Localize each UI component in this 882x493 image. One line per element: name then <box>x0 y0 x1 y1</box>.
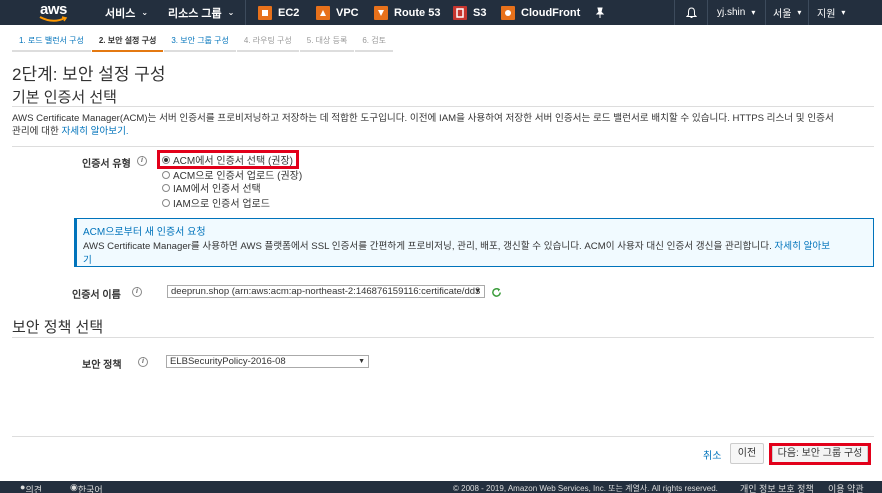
user-name: yj.shin <box>717 7 746 18</box>
feedback-link[interactable]: ● 의견 <box>20 482 42 493</box>
shortcut-label: S3 <box>473 6 487 19</box>
chevron-down-icon: ▾ <box>751 8 756 17</box>
actions-divider <box>12 436 874 437</box>
services-label: 서비스 <box>105 7 136 20</box>
section-divider <box>12 337 874 338</box>
wizard-step-4[interactable]: 4. 라우팅 구성 <box>236 33 299 52</box>
shortcut-label: CloudFront <box>521 6 581 19</box>
chevron-down-icon: ▾ <box>841 8 846 17</box>
wizard-step-5[interactable]: 5. 대상 등록 <box>299 33 355 52</box>
wizard-step-1[interactable]: 1. 로드 밸런서 구성 <box>12 33 91 52</box>
nav-divider <box>674 0 675 25</box>
cert-name-label: 인증서 이름 <box>72 290 121 301</box>
copyright-text: © 2008 - 2019, Amazon Web Services, Inc.… <box>453 484 718 493</box>
page-title: 2단계: 보안 설정 구성 <box>12 65 166 84</box>
wizard-step-6[interactable]: 6. 검토 <box>355 33 393 52</box>
info-icon[interactable]: i <box>137 156 147 166</box>
wizard-steps: 1. 로드 밸런서 구성 2. 보안 설정 구성 3. 보안 그룹 구성 4. … <box>12 33 394 52</box>
shortcut-ec2[interactable]: EC2 <box>258 0 299 25</box>
radio-iam-upload[interactable]: IAM으로 인증서 업로드 <box>162 196 270 210</box>
nav-divider <box>707 0 708 25</box>
cert-section-title: 기본 인증서 선택 <box>12 89 117 106</box>
support-label: 지원 <box>817 9 836 20</box>
terms-link[interactable]: 이용 약관 <box>828 482 864 493</box>
region-menu[interactable]: 서울 ▾ <box>773 0 801 25</box>
desc-line-1: AWS Certificate Manager(ACM)는 서버 인증서를 프로… <box>12 113 834 124</box>
radio-button[interactable] <box>162 183 170 192</box>
radio-label: IAM에서 인증서 선택 <box>173 184 261 195</box>
resource-groups-menu[interactable]: 리소스 그룹 ⌄ <box>168 0 234 25</box>
policy-label: 보안 정책 <box>82 360 122 371</box>
policy-value: ELBSecurityPolicy-2016-08 <box>170 356 286 367</box>
shortcut-vpc[interactable]: VPC <box>316 0 359 25</box>
nav-divider <box>765 0 766 25</box>
radio-iam-select[interactable]: IAM에서 인증서 선택 <box>162 181 261 195</box>
radio-button[interactable] <box>162 198 170 207</box>
info-learn-more-link-cont[interactable]: 기 <box>83 255 92 266</box>
user-menu[interactable]: yj.shin ▾ <box>717 0 755 25</box>
wizard-step-3[interactable]: 3. 보안 그룹 구성 <box>164 33 236 52</box>
chevron-down-icon: ⌄ <box>141 8 149 17</box>
refresh-icon[interactable] <box>491 287 502 298</box>
chevron-down-icon: ⌄ <box>227 8 235 17</box>
info-icon[interactable]: i <box>138 357 148 367</box>
info-box-body: AWS Certificate Manager를 사용하면 AWS 플랫폼에서 … <box>83 240 867 268</box>
info-box-text: AWS Certificate Manager를 사용하면 AWS 플랫폼에서 … <box>83 241 772 252</box>
nav-divider <box>808 0 809 25</box>
chevron-down-icon: ▾ <box>797 8 802 17</box>
bell-icon[interactable] <box>686 0 697 25</box>
cert-name-select[interactable]: deeprun.shop (arn:aws:acm:ap-northeast-2… <box>167 285 485 298</box>
s3-icon <box>453 5 467 20</box>
info-icon[interactable]: i <box>132 287 142 297</box>
previous-button[interactable]: 이전 <box>730 443 764 464</box>
language-label: 한국어 <box>77 485 103 493</box>
cert-name-value: deeprun.shop (arn:aws:acm:ap-northeast-2… <box>171 286 481 297</box>
learn-more-link[interactable]: 자세히 알아보기. <box>61 126 128 137</box>
language-selector[interactable]: ◉ 한국어 <box>70 482 103 493</box>
highlight-box <box>769 443 871 465</box>
shortcut-route53[interactable]: Route 53 <box>374 0 440 25</box>
dropdown-arrow-icon: ▼ <box>474 288 481 295</box>
top-nav: aws 서비스 ⌄ 리소스 그룹 ⌄ EC2 VPC Route 53 S3 C… <box>0 0 882 25</box>
info-learn-more-link[interactable]: 자세히 알아보 <box>774 241 830 252</box>
cloudfront-icon <box>501 5 515 20</box>
resource-groups-label: 리소스 그룹 <box>168 7 222 20</box>
support-menu[interactable]: 지원 ▾ <box>817 0 845 25</box>
acm-info-box: ACM으로부터 새 인증서 요청 AWS Certificate Manager… <box>74 218 874 267</box>
shortcut-label: VPC <box>336 6 359 19</box>
privacy-link[interactable]: 개인 정보 보호 정책 <box>740 482 814 493</box>
cancel-button[interactable]: 취소 <box>703 447 721 462</box>
cert-type-label: 인증서 유형 <box>82 159 131 170</box>
section-divider <box>12 146 874 147</box>
shortcut-cloudfront[interactable]: CloudFront <box>501 0 580 25</box>
radio-label: IAM으로 인증서 업로드 <box>173 199 270 210</box>
cert-description: AWS Certificate Manager(ACM)는 서버 인증서를 프로… <box>12 112 874 138</box>
vpc-icon <box>316 5 330 20</box>
shortcut-label: EC2 <box>278 6 300 19</box>
policy-section-title: 보안 정책 선택 <box>12 319 104 336</box>
desc-line-2: 관리에 대한 <box>12 126 59 137</box>
aws-logo[interactable]: aws <box>36 1 76 23</box>
wizard-step-2[interactable]: 2. 보안 설정 구성 <box>91 33 164 52</box>
radio-button[interactable] <box>162 170 170 179</box>
dropdown-arrow-icon: ▼ <box>358 358 365 365</box>
ec2-icon <box>258 5 272 20</box>
section-divider <box>12 106 874 107</box>
aws-smile-icon <box>39 16 68 22</box>
services-menu[interactable]: 서비스 ⌄ <box>105 0 148 25</box>
shortcut-label: Route 53 <box>394 6 441 19</box>
shortcut-s3[interactable]: S3 <box>453 0 486 25</box>
feedback-label: 의견 <box>25 485 42 493</box>
pin-icon[interactable] <box>595 0 605 25</box>
route53-icon <box>374 5 388 20</box>
info-box-title[interactable]: ACM으로부터 새 인증서 요청 <box>83 223 867 238</box>
security-policy-select[interactable]: ELBSecurityPolicy-2016-08 ▼ <box>166 355 369 368</box>
region-label: 서울 <box>773 9 792 20</box>
footer: ● 의견 ◉ 한국어 © 2008 - 2019, Amazon Web Ser… <box>0 481 882 493</box>
nav-divider <box>245 0 246 25</box>
